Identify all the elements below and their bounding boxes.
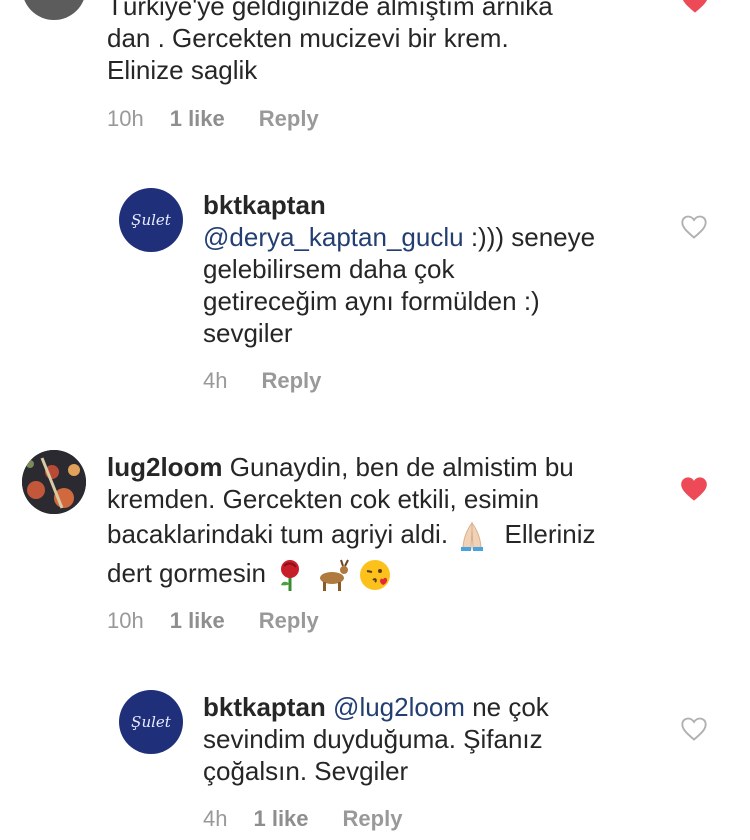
avatar-logo-text: Şulet xyxy=(131,211,171,229)
comment-line: sevindim duyduğuma. Şifanız xyxy=(203,724,543,754)
comment-line: bacaklarindaki tum agriyi aldi. Ellerini… xyxy=(107,515,596,553)
heart-outline-icon[interactable] xyxy=(680,214,708,240)
heart-outline-icon[interactable] xyxy=(680,716,708,742)
comment-line: gelebilirsem daha çok xyxy=(203,254,455,284)
comment-line: lug2loom Gunaydin, ben de almistim bu xyxy=(107,451,596,483)
comment-line: Türkiye'ye geldiğinizde almıştım arnika xyxy=(107,0,553,21)
heart-icon[interactable] xyxy=(681,0,709,14)
comment-line-text: :))) seneye xyxy=(470,222,596,252)
comment-meta: 10h 1 like Reply xyxy=(107,106,319,132)
comment-line-text: dert gormesin xyxy=(107,558,266,588)
avatar[interactable] xyxy=(22,450,86,514)
timestamp: 10h xyxy=(107,608,144,633)
comment-line-text: Elleriniz xyxy=(504,519,596,549)
comment-meta: 4h Reply xyxy=(203,368,321,394)
comment-line: kremden. Gercekten cok etkili, esimin xyxy=(107,484,540,514)
avatar-floral-image xyxy=(22,450,86,514)
reply-button[interactable]: Reply xyxy=(259,608,319,633)
avatar[interactable] xyxy=(22,0,86,20)
username[interactable]: bktkaptan xyxy=(203,190,326,220)
reply-button[interactable]: Reply xyxy=(259,106,319,131)
rose-icon xyxy=(281,560,300,592)
praying-hands-icon xyxy=(461,521,484,552)
comment-line: dan . Gercekten mucizevi bir krem. xyxy=(107,23,509,53)
timestamp: 4h xyxy=(203,368,228,393)
avatar-logo-text: Şulet xyxy=(131,713,171,731)
heart-icon[interactable] xyxy=(680,476,708,502)
comment-text: bktkaptan @derya_kaptan_guclu :))) seney… xyxy=(203,189,595,349)
comment-text: lug2loom Gunaydin, ben de almistim bu kr… xyxy=(107,451,596,593)
username[interactable]: bktkaptan xyxy=(203,692,326,722)
comment-line-text: Gunaydin, ben de almistim bu xyxy=(229,452,574,482)
comment-line: getireceğim aynı formülden :) xyxy=(203,286,540,316)
avatar[interactable]: Şulet xyxy=(119,690,183,754)
reply-button[interactable]: Reply xyxy=(261,368,321,393)
comment-line-text: ne çok xyxy=(472,692,549,722)
comment-meta: 4h 1 like Reply xyxy=(203,806,402,832)
kissing-face-icon xyxy=(359,560,390,591)
mention-link[interactable]: @derya_kaptan_guclu xyxy=(203,222,464,252)
likes-count[interactable]: 1 like xyxy=(170,608,225,633)
comment-line: bktkaptan xyxy=(203,189,595,221)
comment-line: bktkaptan @lug2loom ne çok xyxy=(203,691,549,723)
mention-link[interactable]: @lug2loom xyxy=(333,692,465,722)
comment-text: Türkiye'ye geldiğinizde almıştım arnika … xyxy=(107,0,553,86)
comment-line: Elinize saglik xyxy=(107,55,258,85)
comment-text: bktkaptan @lug2loom ne çok sevindim duyd… xyxy=(203,691,549,787)
comment-line: dert gormesin xyxy=(107,553,596,593)
username[interactable]: lug2loom xyxy=(107,452,223,482)
comment-line: @derya_kaptan_guclu :))) seneye xyxy=(203,221,595,253)
comment-line: çoğalsın. Sevgiler xyxy=(203,756,409,786)
likes-count[interactable]: 1 like xyxy=(170,106,225,131)
avatar[interactable]: Şulet xyxy=(119,188,183,252)
deer-icon xyxy=(320,559,350,592)
timestamp: 4h xyxy=(203,806,228,831)
timestamp: 10h xyxy=(107,106,144,131)
likes-count[interactable]: 1 like xyxy=(253,806,308,831)
comment-meta: 10h 1 like Reply xyxy=(107,608,319,634)
comment-line-text: bacaklarindaki tum agriyi aldi. xyxy=(107,519,449,549)
comment-line: sevgiler xyxy=(203,318,293,348)
reply-button[interactable]: Reply xyxy=(343,806,403,831)
